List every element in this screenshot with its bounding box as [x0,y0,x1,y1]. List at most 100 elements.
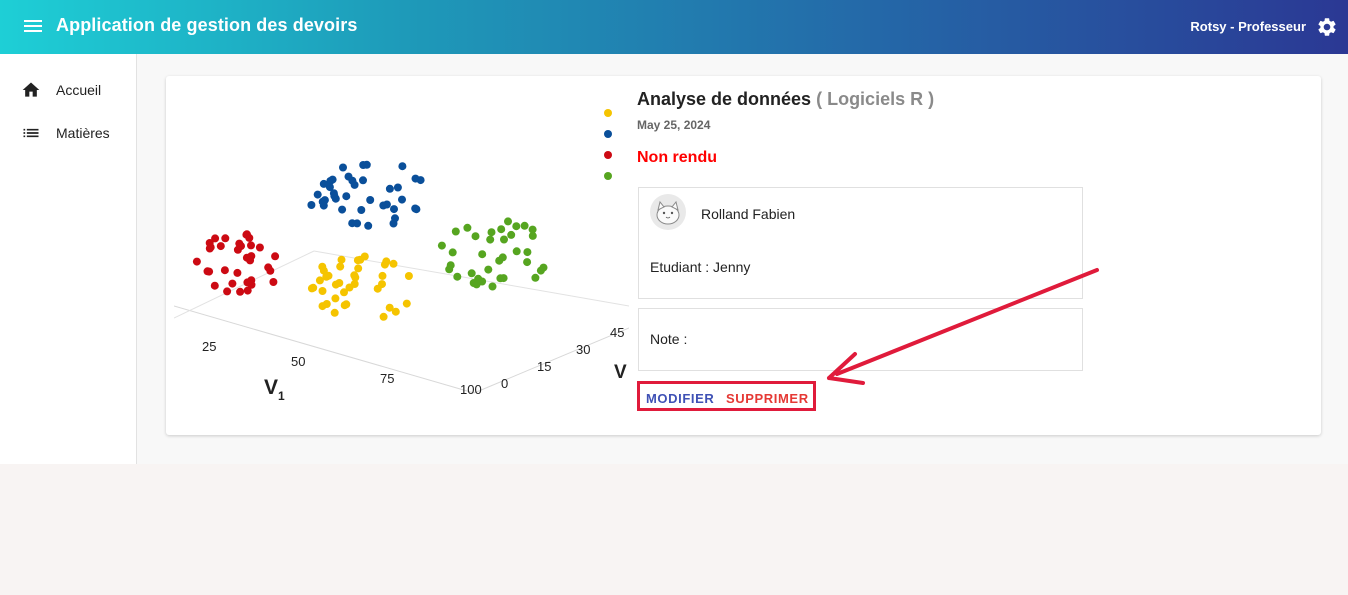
scatter-point [391,214,399,223]
scatter-point [467,269,476,278]
assignment-subject: ( Logiciels R ) [816,89,935,109]
menu-icon[interactable] [22,17,44,37]
y-tick: 0 [501,376,508,391]
scatter-point [379,312,388,321]
sidebar-item-label: Accueil [56,82,102,98]
scatter-point [366,196,375,204]
legend-marker [604,130,612,138]
assignment-title-row: Analyse de données ( Logiciels R ) [637,89,1097,110]
scatter-point [255,243,264,252]
assignment-title: Analyse de données [637,89,812,109]
scatter-point [486,235,495,244]
plot-grid [174,250,629,394]
scatter-point [463,223,472,232]
scatter-point [379,201,388,210]
sidebar-item-matieres[interactable]: Matières [0,113,136,153]
scatter-point [488,282,497,291]
sidebar-item-label: Matières [56,125,110,141]
scatter-point [205,267,214,276]
y-tick: 45 [610,325,624,340]
scatter-point [528,231,537,240]
gear-icon[interactable] [1316,16,1338,38]
scatter-point [390,205,398,214]
scatter-point [411,174,420,183]
scatter-point [498,253,507,262]
x-axis-ticks: 25 50 75 100 [202,339,482,397]
scatter-point [451,227,460,236]
sidebar-item-accueil[interactable]: Accueil [0,70,136,110]
x-axis-label-subscript: 1 [278,389,285,403]
scatter-point [345,283,354,292]
scatter-point [320,196,329,205]
user-label: Rotsy - Professeur [1190,19,1306,34]
scatter-point [523,258,532,267]
scatter-point [448,248,457,257]
delete-button[interactable]: SUPPRIMER [726,391,809,406]
scatter-point [398,195,406,204]
scatter-point [512,247,521,256]
scatter-point [307,201,316,209]
action-buttons: MODIFIER SUPPRIMER [637,381,816,411]
scatter-point [242,230,251,239]
assignment-image: 25 50 75 100 0 15 30 45 V 1 V [174,109,629,403]
scatter-point [330,308,339,317]
app-title: Application de gestion des devoirs [56,15,358,35]
avatar [650,194,686,230]
scatter-point [328,175,337,184]
scatter-point [504,217,512,226]
y-axis-label: V [614,362,627,383]
scatter-point [385,184,394,193]
y-axis-ticks: 0 15 30 45 [501,325,624,391]
scatter-point [469,279,478,287]
scatter-point [210,281,219,290]
scatter-point [247,241,255,250]
scatter-point [523,248,532,257]
scatter-point [335,279,344,287]
scatter-point [325,183,334,192]
scatter-point [412,205,421,214]
scatter-point [233,245,242,254]
legend-marker [604,109,612,117]
x-tick: 75 [380,371,394,386]
scatter-point [216,242,225,251]
edit-button[interactable]: MODIFIER [646,391,714,406]
scatter-point [398,162,407,171]
scatter-point [318,262,327,271]
scatter-point [471,232,480,241]
assignment-date: May 25, 2024 [637,118,711,132]
scatter-point [318,287,327,295]
scatter-point [378,271,387,280]
legend-marker [604,151,612,159]
scatter-point [500,235,508,244]
scatter-point [497,225,506,234]
scatter-point [192,257,201,266]
scatter-point [373,284,382,293]
scatter-point [331,294,340,303]
scatter-point [246,256,255,265]
scatter-point [233,268,242,277]
scatter-point [484,265,493,274]
scatter-point [359,176,367,185]
scatter-point [404,272,413,280]
scatter-point [271,252,280,261]
cat-icon [656,200,680,225]
scatter-point [496,274,505,283]
scatter-point [512,222,521,231]
scatter-point [389,259,398,268]
scatter-point [354,264,363,273]
student-label: Etudiant : Jenny [650,259,751,275]
scatter-point [507,230,516,239]
scatter-point [520,221,529,230]
scatter-point [206,243,215,252]
scatter-point [357,206,366,214]
scatter-points [192,160,548,321]
scatter-point [350,271,359,280]
scatter-point [313,190,322,199]
scatter-point [236,287,245,296]
scatter-point [344,172,353,181]
scatter-point [322,300,331,308]
scatter-point [338,205,347,214]
scatter-point [402,299,411,308]
annotation-arrow-icon [827,268,1099,385]
x-tick: 25 [202,339,216,354]
